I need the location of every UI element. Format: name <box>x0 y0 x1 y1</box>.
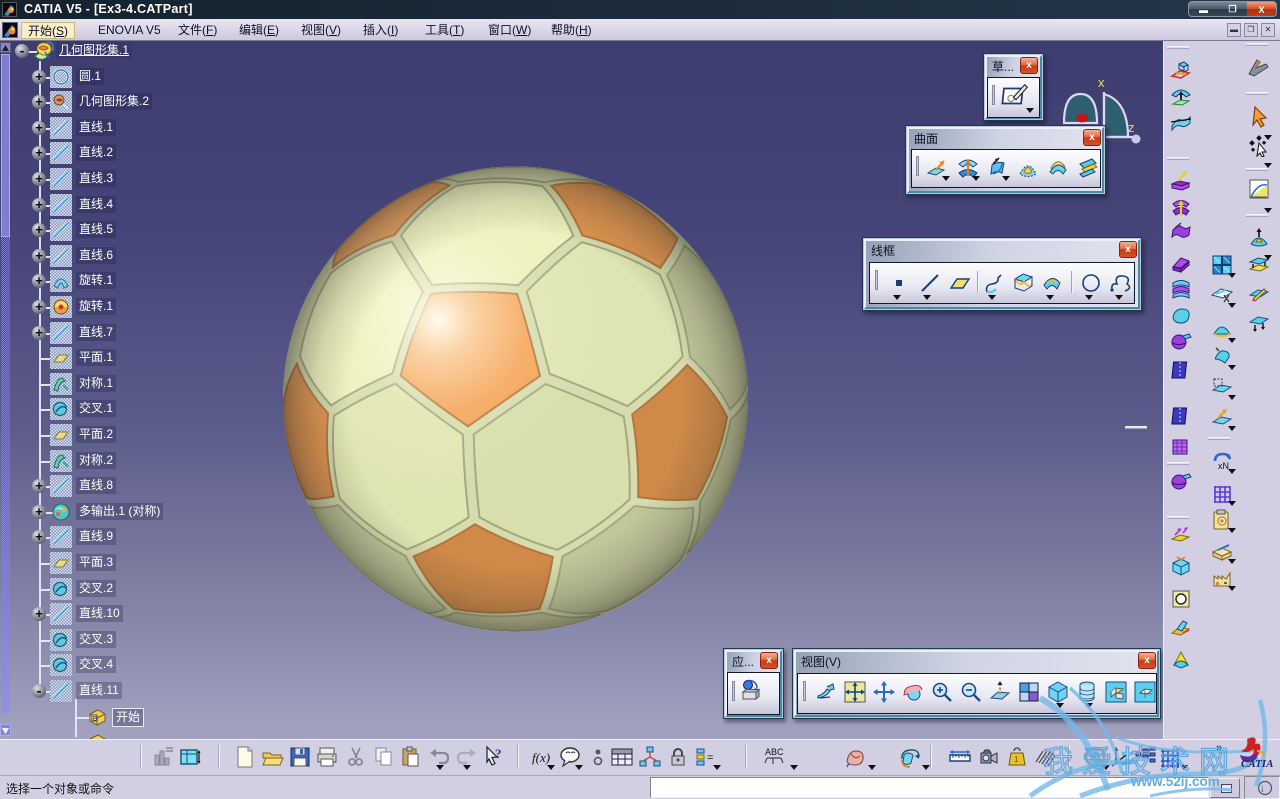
svg-text:x: x <box>1098 75 1105 90</box>
svg-text:?: ? <box>495 746 502 761</box>
svg-text:f(x): f(x) <box>532 750 550 765</box>
svg-text:z: z <box>1128 120 1135 135</box>
svg-text:1: 1 <box>1014 755 1019 764</box>
svg-text:=: = <box>707 752 713 764</box>
svg-text:i: i <box>1261 784 1264 794</box>
svg-text:ABC: ABC <box>765 747 784 757</box>
